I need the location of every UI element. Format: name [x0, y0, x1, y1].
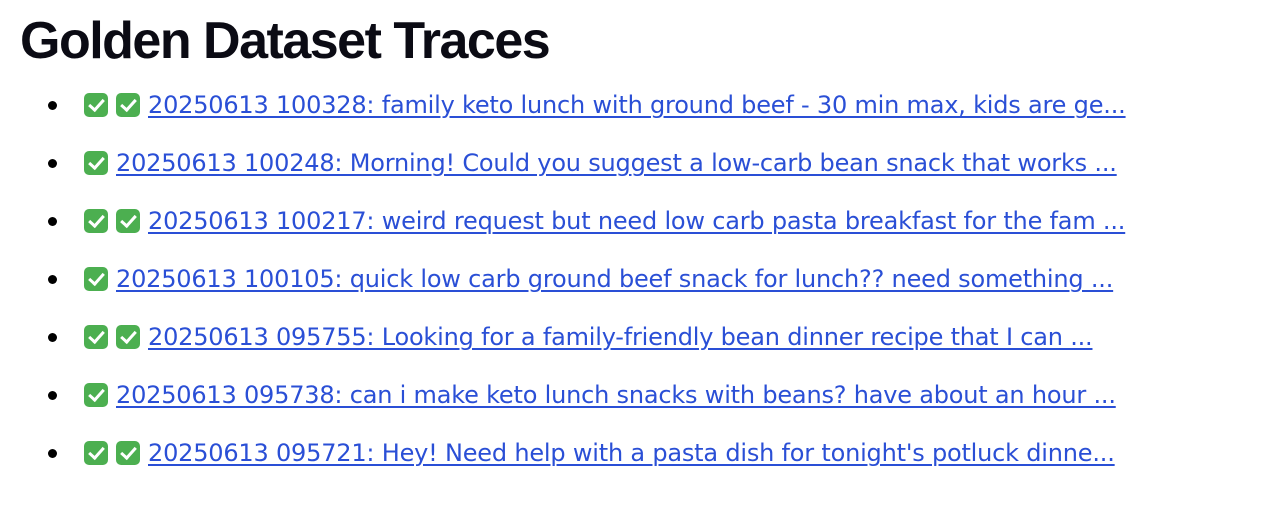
trace-link-label: 20250613 095755: Looking for a family-fr… [148, 323, 1093, 351]
trace-link-label: 20250613 100248: Morning! Could you sugg… [116, 149, 1117, 177]
trace-link-20250613-100248[interactable]: 20250613 100248: Morning! Could you sugg… [84, 149, 1117, 177]
bullet-icon [48, 391, 57, 400]
bullet-icon [48, 101, 57, 110]
bullet-icon [48, 217, 57, 226]
check-mark-icon [84, 151, 108, 175]
check-mark-icon [116, 209, 140, 233]
trace-link-label: 20250613 095738: can i make keto lunch s… [116, 381, 1116, 409]
page: Golden Dataset Traces 20250613 100328: f… [0, 0, 1284, 510]
check-mark-icon [116, 441, 140, 465]
trace-link-20250613-100328[interactable]: 20250613 100328: family keto lunch with … [84, 91, 1126, 119]
check-mark-icon [84, 325, 108, 349]
check-mark-icon [84, 93, 108, 117]
check-mark-icon [84, 383, 108, 407]
check-mark-icon [84, 441, 108, 465]
check-mark-icon [84, 209, 108, 233]
page-title: Golden Dataset Traces [20, 12, 551, 70]
trace-link-label: 20250613 095721: Hey! Need help with a p… [148, 439, 1115, 467]
trace-link-label: 20250613 100328: family keto lunch with … [148, 91, 1126, 119]
trace-link-20250613-095721[interactable]: 20250613 095721: Hey! Need help with a p… [84, 439, 1115, 467]
trace-link-label: 20250613 100105: quick low carb ground b… [116, 265, 1114, 293]
bullet-icon [48, 449, 57, 458]
check-mark-icon [116, 325, 140, 349]
trace-link-label: 20250613 100217: weird request but need … [148, 207, 1126, 235]
check-mark-icon [84, 267, 108, 291]
check-mark-icon [116, 93, 140, 117]
trace-link-20250613-095738[interactable]: 20250613 095738: can i make keto lunch s… [84, 381, 1116, 409]
bullet-icon [48, 159, 57, 168]
bullet-icon [48, 275, 57, 284]
bullet-icon [48, 333, 57, 342]
trace-link-20250613-100217[interactable]: 20250613 100217: weird request but need … [84, 207, 1125, 235]
trace-link-20250613-095755[interactable]: 20250613 095755: Looking for a family-fr… [84, 323, 1093, 351]
trace-link-20250613-100105[interactable]: 20250613 100105: quick low carb ground b… [84, 265, 1113, 293]
